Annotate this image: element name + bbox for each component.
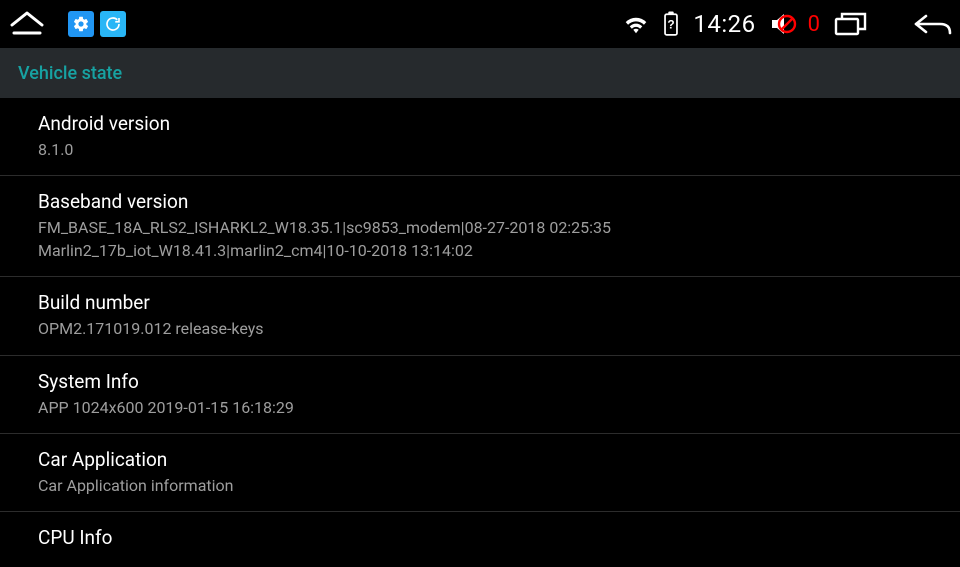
list-item-android-version[interactable]: Android version 8.1.0 xyxy=(0,98,960,176)
recents-icon[interactable] xyxy=(834,11,868,37)
item-title: System Info xyxy=(38,370,922,393)
settings-list: Android version 8.1.0 Baseband version F… xyxy=(0,98,960,567)
item-title: Android version xyxy=(38,112,922,135)
wifi-icon xyxy=(623,13,649,35)
section-header: Vehicle state xyxy=(0,48,960,98)
list-item-car-application[interactable]: Car Application Car Application informat… xyxy=(0,434,960,512)
list-item-baseband-version[interactable]: Baseband version FM_BASE_18A_RLS2_ISHARK… xyxy=(0,176,960,277)
item-subtitle: FM_BASE_18A_RLS2_ISHARKL2_W18.35.1|sc985… xyxy=(38,217,922,262)
volume-muted-icon[interactable] xyxy=(770,11,798,37)
clock-text: 14:26 xyxy=(693,10,755,38)
item-title: Car Application xyxy=(38,448,922,471)
section-title: Vehicle state xyxy=(18,63,122,84)
status-bar: ? 14:26 0 xyxy=(0,0,960,48)
list-item-cpu-info[interactable]: CPU Info xyxy=(0,512,960,567)
list-item-build-number[interactable]: Build number OPM2.171019.012 release-key… xyxy=(0,277,960,355)
item-subtitle: OPM2.171019.012 release-keys xyxy=(38,318,922,340)
list-item-system-info[interactable]: System Info APP 1024x600 2019-01-15 16:1… xyxy=(0,356,960,434)
item-subtitle: APP 1024x600 2019-01-15 16:18:29 xyxy=(38,397,922,419)
back-icon[interactable] xyxy=(912,11,952,37)
battery-unknown-icon: ? xyxy=(663,11,679,37)
item-title: Baseband version xyxy=(38,190,922,213)
item-title: Build number xyxy=(38,291,922,314)
refresh-icon[interactable] xyxy=(100,11,126,37)
volume-level-text: 0 xyxy=(808,12,820,37)
item-subtitle: 8.1.0 xyxy=(38,139,922,161)
settings-icon[interactable] xyxy=(68,11,94,37)
item-title: CPU Info xyxy=(38,526,922,549)
home-icon[interactable] xyxy=(8,9,46,39)
svg-text:?: ? xyxy=(668,17,675,31)
item-subtitle: Car Application information xyxy=(38,475,922,497)
